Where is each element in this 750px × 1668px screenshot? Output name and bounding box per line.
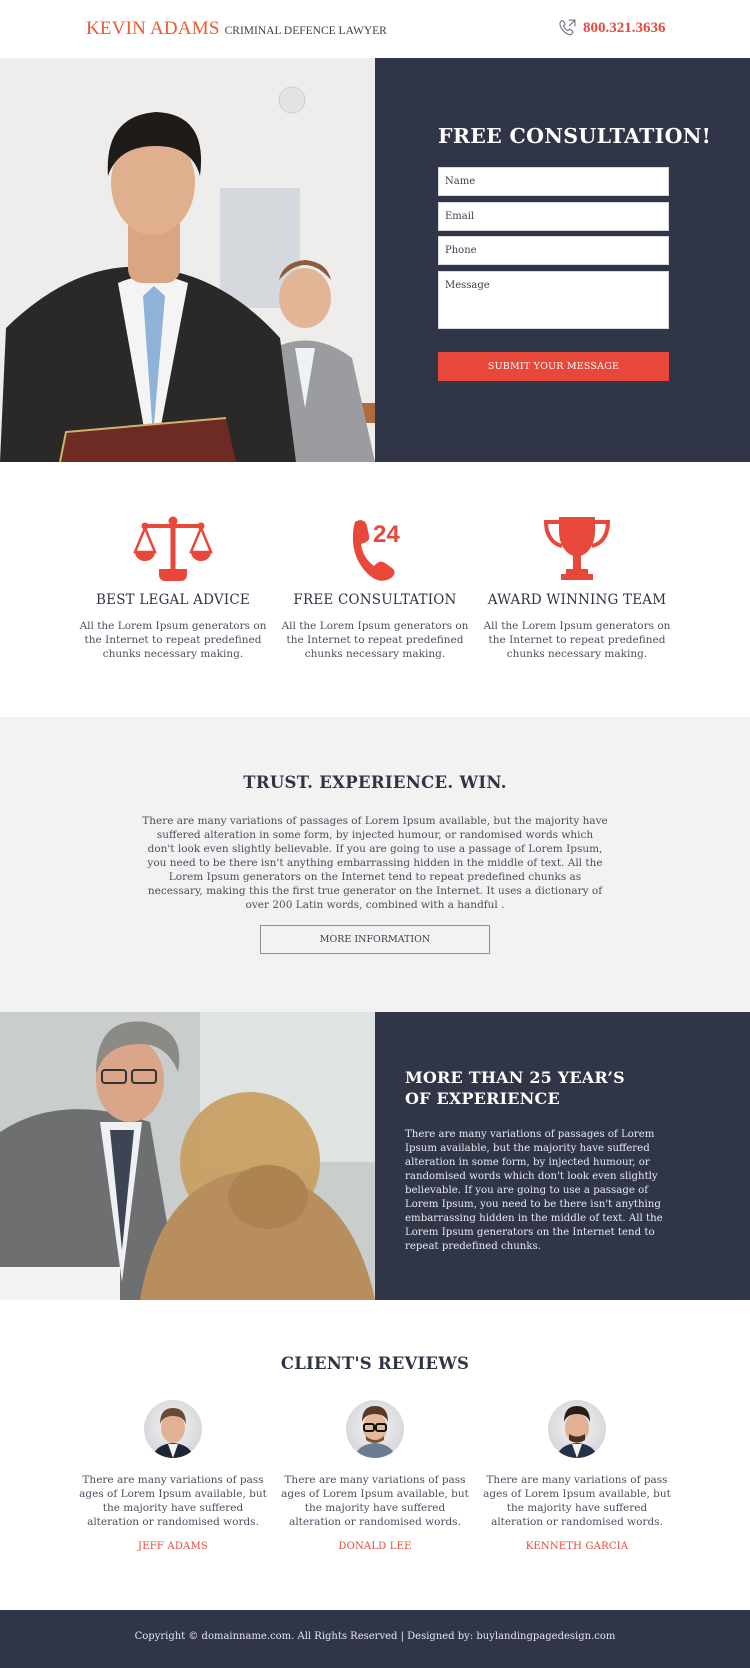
brand[interactable]: KEVIN ADAMS CRIMINAL DEFENCE LAWYER: [86, 18, 387, 40]
trust-section: TRUST. EXPERIENCE. WIN. There are many v…: [0, 717, 750, 1012]
more-information-button[interactable]: MORE INFORMATION: [260, 925, 490, 954]
trust-text: There are many variations of passages of…: [142, 815, 608, 911]
trust-title: TRUST. EXPERIENCE. WIN.: [243, 773, 507, 792]
experience-title: MORE THAN 25 YEAR’S OF EXPERIENCE: [405, 1067, 625, 1109]
footer-copyright: Copyright © domainname.com. All Rights R…: [134, 1631, 616, 1642]
review-text: There are many variations of pass ages o…: [281, 1474, 469, 1528]
experience-panel: MORE THAN 25 YEAR’S OF EXPERIENCE There …: [375, 1012, 750, 1300]
brand-tagline: CRIMINAL DEFENCE LAWYER: [224, 25, 387, 37]
reviewer-name: JEFF ADAMS: [138, 1541, 208, 1552]
hero-photo-illustration: [0, 58, 375, 462]
header-phone[interactable]: 800.321.3636: [557, 18, 666, 38]
feature-title: FREE CONSULTATION: [293, 592, 457, 608]
scales-of-justice-icon: [133, 516, 213, 581]
name-input[interactable]: [438, 167, 669, 196]
phone-input[interactable]: [438, 236, 669, 265]
brand-name: KEVIN ADAMS: [86, 18, 220, 39]
reviewer-name: KENNETH GARCIA: [525, 1541, 629, 1552]
experience-title-line1: MORE THAN 25 YEAR’S: [405, 1068, 625, 1087]
experience-meeting-photo: [0, 1012, 375, 1300]
avatar: [144, 1400, 202, 1458]
experience-text: There are many variations of passages of…: [405, 1129, 663, 1252]
experience-title-line2: OF EXPERIENCE: [405, 1089, 560, 1108]
features-section: BEST LEGAL ADVICE All the Lorem Ipsum ge…: [0, 462, 750, 717]
avatar: [548, 1400, 606, 1458]
reviews-title: CLIENT'S REVIEWS: [280, 1354, 470, 1373]
avatar: [346, 1400, 404, 1458]
hero-lawyer-photo: [0, 58, 375, 462]
form-title: FREE CONSULTATION!: [438, 124, 712, 148]
site-footer: Copyright © domainname.com. All Rights R…: [0, 1610, 750, 1668]
experience-photo-illustration: [0, 1012, 375, 1300]
landing-page: KEVIN ADAMS CRIMINAL DEFENCE LAWYER 800.…: [0, 0, 750, 1668]
feature-text: All the Lorem Ipsum generators on the In…: [281, 620, 469, 660]
consultation-form-panel: FREE CONSULTATION! SUBMIT YOUR MESSAGE: [375, 58, 750, 462]
feature-text: All the Lorem Ipsum generators on the In…: [79, 620, 267, 660]
reviews-section: CLIENT'S REVIEWS There are many variatio…: [0, 1300, 750, 1610]
feature-title: AWARD WINNING TEAM: [487, 592, 667, 608]
avatar-donald-lee: [354, 1406, 396, 1458]
feature-title: BEST LEGAL ADVICE: [96, 592, 250, 608]
site-header: KEVIN ADAMS CRIMINAL DEFENCE LAWYER 800.…: [0, 0, 750, 58]
review-text: There are many variations of pass ages o…: [483, 1474, 671, 1528]
reviewer-name: DONALD LEE: [338, 1541, 412, 1552]
avatar-jeff-adams: [152, 1408, 194, 1458]
phone-outgoing-icon: [559, 19, 576, 36]
avatar-kenneth-garcia: [556, 1406, 598, 1458]
experience-section: MORE THAN 25 YEAR’S OF EXPERIENCE There …: [0, 1012, 750, 1300]
phone-number[interactable]: 800.321.3636: [583, 20, 666, 37]
submit-message-button[interactable]: SUBMIT YOUR MESSAGE: [438, 352, 669, 381]
phone-24-hours-icon: 24: [352, 520, 400, 581]
hero-section: FREE CONSULTATION! SUBMIT YOUR MESSAGE: [0, 58, 750, 462]
24-badge-text: 24: [373, 521, 400, 548]
email-input[interactable]: [438, 202, 669, 231]
message-textarea[interactable]: [438, 271, 669, 329]
feature-text: All the Lorem Ipsum generators on the In…: [483, 620, 671, 660]
trophy-icon: [543, 517, 611, 580]
review-text: There are many variations of pass ages o…: [79, 1474, 267, 1528]
